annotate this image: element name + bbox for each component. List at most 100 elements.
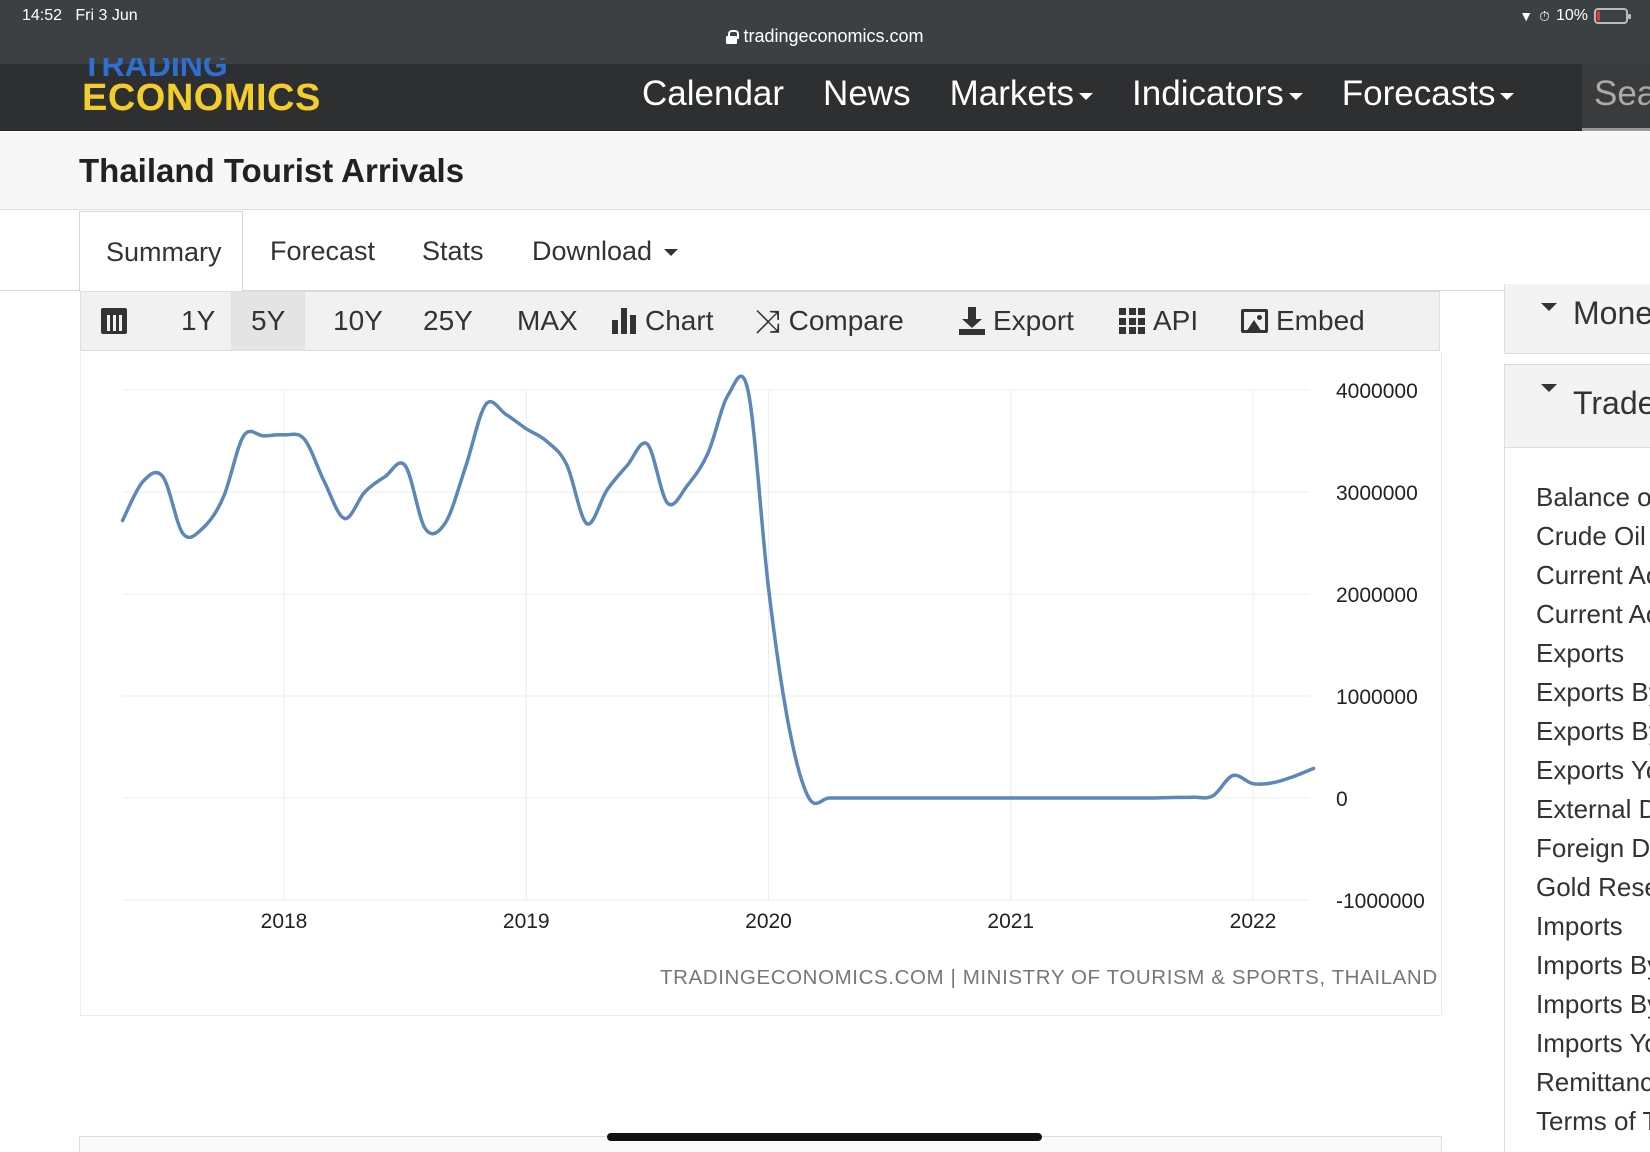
home-indicator — [607, 1133, 1042, 1141]
data-point — [221, 495, 225, 499]
x-tick-label: 2022 — [1230, 910, 1277, 932]
wifi-icon: ▼ — [1519, 8, 1534, 24]
data-point — [1271, 781, 1275, 785]
nav-item-markets[interactable]: Markets — [950, 74, 1094, 114]
lock-icon — [726, 30, 740, 44]
y-tick-label: -1000000 — [1336, 890, 1425, 913]
data-point — [706, 451, 710, 455]
data-point — [847, 796, 851, 800]
chevron-down-icon — [1288, 92, 1303, 100]
data-point — [686, 483, 690, 487]
data-point — [968, 796, 972, 800]
sidebar-link[interactable]: Crude Oil Production — [1536, 517, 1650, 556]
status-date: Fri 3 Jun — [75, 7, 138, 24]
page: 14:52 Fri 3 Jun ▼ ⏱ 10% tradingeconomics… — [0, 0, 1650, 1152]
data-point — [524, 427, 528, 431]
range-max-button[interactable]: MAX — [509, 292, 586, 350]
sidebar-link[interactable]: Foreign Direct Investment — [1536, 829, 1650, 868]
range-1y-button[interactable]: 1Y — [173, 292, 223, 350]
data-point — [746, 390, 750, 394]
data-point — [1049, 796, 1053, 800]
embed-button[interactable]: Embed — [1241, 292, 1365, 350]
data-point — [1190, 795, 1194, 799]
nav-item-forecasts[interactable]: Forecasts — [1342, 74, 1515, 114]
sidebar-link[interactable]: Imports By Country — [1536, 985, 1650, 1024]
shuffle-icon: ⤨ — [755, 303, 781, 339]
data-point — [807, 796, 811, 800]
data-point — [867, 796, 871, 800]
sidebar-section-trade[interactable]: Trade — [1504, 364, 1650, 448]
sidebar-link[interactable]: Imports — [1536, 907, 1650, 946]
nav-item-calendar[interactable]: Calendar — [642, 74, 784, 114]
sidebar-link[interactable]: External Debt — [1536, 790, 1650, 829]
data-point — [726, 393, 730, 397]
data-point — [1009, 796, 1013, 800]
sidebar-link[interactable]: Exports By Country — [1536, 712, 1650, 751]
search-input[interactable]: Sea — [1582, 64, 1650, 131]
sidebar-link[interactable]: Exports By Category — [1536, 673, 1650, 712]
tab-forecast[interactable]: Forecast — [270, 211, 375, 291]
chevron-down-icon — [664, 249, 679, 256]
tab-summary[interactable]: Summary — [79, 211, 243, 292]
sidebar-link[interactable]: Gold Reserves — [1536, 868, 1650, 907]
battery-icon — [1594, 8, 1631, 24]
data-point — [1291, 775, 1295, 779]
data-point — [161, 475, 165, 479]
sidebar-link[interactable]: Balance of Trade — [1536, 478, 1650, 517]
data-point — [302, 437, 306, 441]
data-point — [767, 586, 771, 590]
export-button[interactable]: Export — [959, 292, 1074, 350]
tab-bar: Summary Forecast Stats Download — [0, 211, 1650, 292]
data-point — [1130, 796, 1134, 800]
range-10y-button[interactable]: 10Y — [325, 292, 391, 350]
alarm-icon: ⏱ — [1539, 7, 1550, 24]
data-point — [262, 434, 266, 438]
x-tick-label: 2018 — [261, 910, 308, 932]
tab-stats[interactable]: Stats — [422, 211, 484, 291]
compare-button[interactable]: ⤨ Compare — [755, 292, 904, 350]
data-point — [1029, 796, 1033, 800]
range-25y-button[interactable]: 25Y — [415, 292, 481, 350]
nav-item-indicators[interactable]: Indicators — [1132, 74, 1303, 114]
sidebar-link[interactable]: Current Account to GDP — [1536, 595, 1650, 634]
sidebar-link[interactable]: Imports YoY — [1536, 1024, 1650, 1063]
data-point — [181, 532, 185, 536]
sidebar-link[interactable]: Current Account — [1536, 556, 1650, 595]
sidebar-link[interactable]: Exports — [1536, 634, 1650, 673]
data-point — [666, 501, 670, 505]
data-point — [625, 464, 629, 468]
site-navbar: TRADING ECONOMICS Calendar News Markets Ind… — [0, 58, 1650, 131]
page-title: Thailand Tourist Arrivals — [79, 152, 465, 189]
tab-download[interactable]: Download — [532, 211, 679, 291]
status-indicators: ▼ ⏱ 10% — [1519, 7, 1631, 25]
chart-source: TRADINGECONOMICS.COM | MINISTRY OF TOURI… — [660, 966, 1438, 989]
data-point — [1069, 796, 1073, 800]
data-point — [343, 517, 347, 521]
data-point — [1150, 796, 1154, 800]
sidebar-link[interactable]: Terms of Trade — [1536, 1102, 1650, 1141]
data-point — [383, 475, 387, 479]
series-line — [120, 374, 1316, 806]
date-picker-button[interactable] — [101, 292, 135, 350]
sidebar-link[interactable]: Imports By Category — [1536, 946, 1650, 985]
tourist-arrivals-chart[interactable]: 4000000 3000000 2000000 1000000 0 -1000000 201… — [0, 352, 1450, 932]
address-bar[interactable]: tradingeconomics.com — [0, 26, 1650, 47]
sidebar-link[interactable]: Remittances — [1536, 1063, 1650, 1102]
data-point — [242, 434, 246, 438]
data-point — [504, 413, 508, 417]
data-point — [645, 442, 649, 446]
data-point — [141, 480, 145, 484]
logo[interactable]: ECONOMICS — [82, 77, 321, 120]
sidebar-link[interactable]: Exports YoY — [1536, 751, 1650, 790]
data-point — [363, 490, 367, 494]
data-point — [1090, 796, 1094, 800]
data-point — [827, 796, 831, 800]
image-icon — [1241, 309, 1268, 333]
range-5y-button[interactable]: 5Y — [231, 292, 306, 350]
nav-item-news[interactable]: News — [823, 74, 911, 114]
api-button[interactable]: API — [1119, 292, 1198, 350]
chart-type-button[interactable]: Chart — [611, 292, 713, 350]
status-bar: 14:52 Fri 3 Jun ▼ ⏱ 10% tradingeconomics… — [0, 0, 1650, 64]
sidebar-section-money[interactable]: Money — [1504, 284, 1650, 354]
y-tick-label: 4000000 — [1336, 380, 1418, 403]
